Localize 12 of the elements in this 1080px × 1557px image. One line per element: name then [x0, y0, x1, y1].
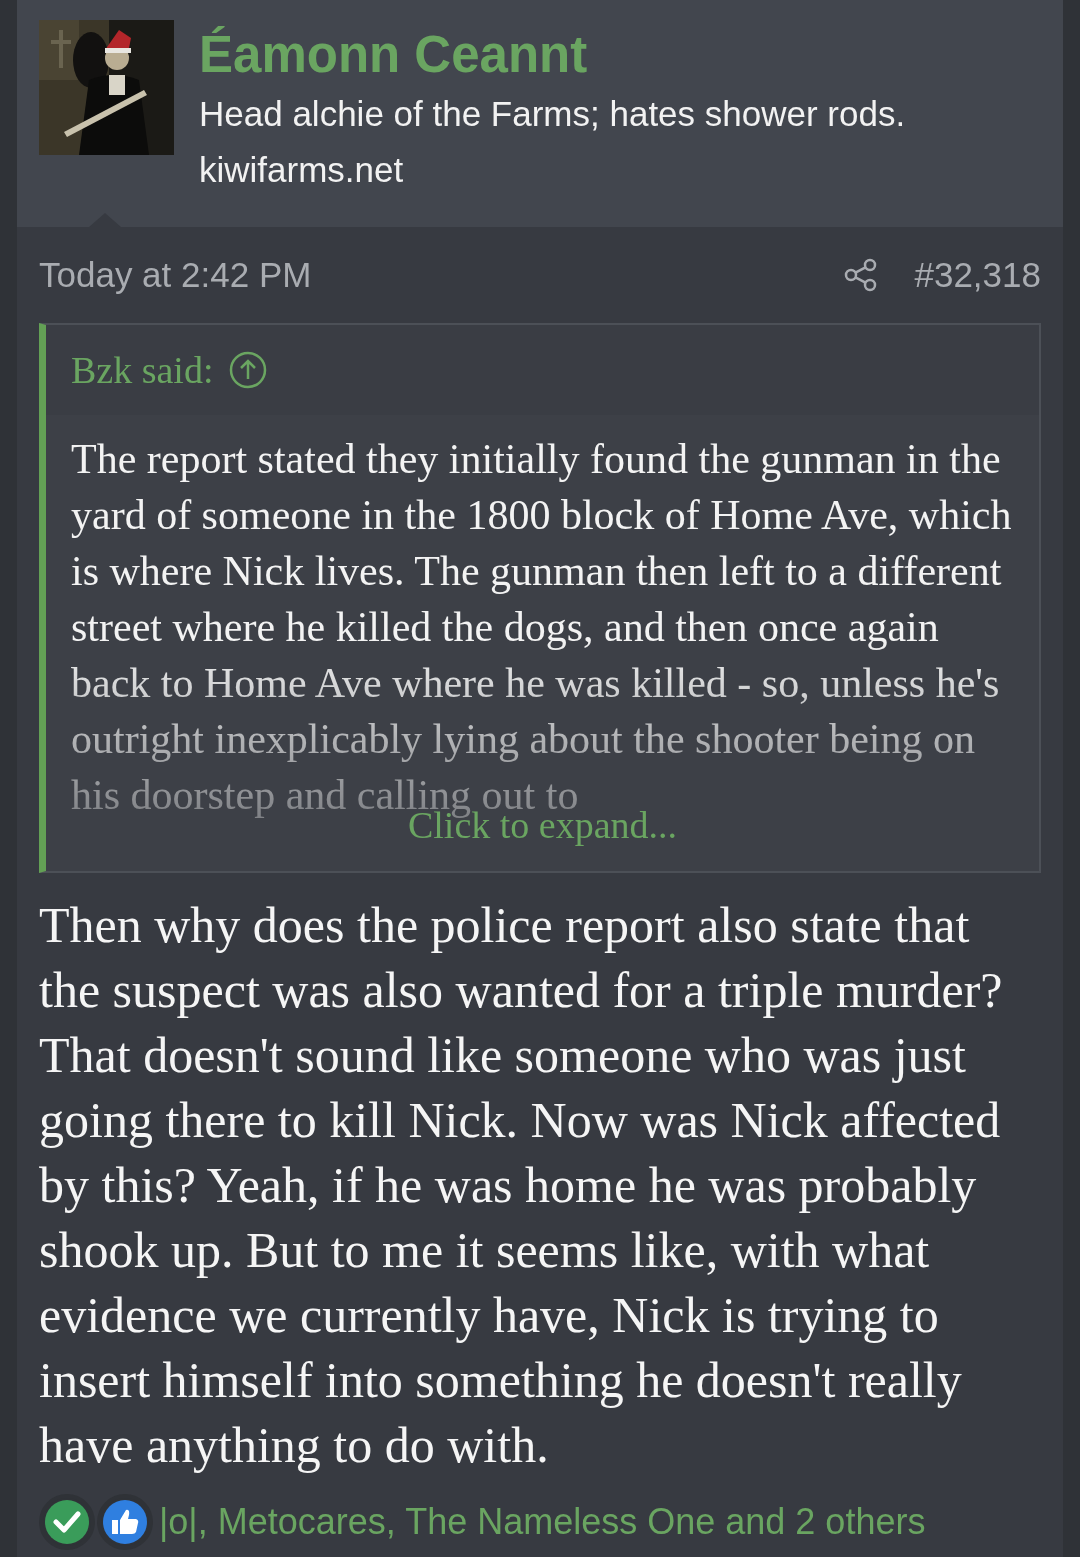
quote-attribution[interactable]: Bzk said:: [71, 348, 214, 392]
author-name[interactable]: Éamonn Ceannt: [199, 24, 906, 86]
reaction-list[interactable]: |o|, Metocares, The Nameless One and 2 others: [159, 1501, 926, 1543]
check-icon[interactable]: [39, 1494, 95, 1550]
post-number[interactable]: #32,318: [914, 255, 1041, 295]
user-site: kiwifarms.net: [199, 149, 405, 191]
thumbs-up-icon[interactable]: [97, 1494, 153, 1550]
post-time[interactable]: Today at 2:42 PM: [39, 255, 845, 295]
arrow-up-icon[interactable]: [229, 351, 268, 389]
user-title: Head alchie of the Farms; hates shower rods.: [199, 93, 906, 135]
post-body: Then why does the police report also state that the suspect was also wanted for a triple murder? That doesn't sound like someone who was just going there to kill Nick. Now was Nick affected by this? Yeah, if he was home he was probably shook up. But to me it seems like, with what evidence we currently have, Nick is trying to insert himself into something he doesn't really have anything to do with.: [39, 896, 1004, 1475]
share-icon[interactable]: [844, 258, 879, 292]
